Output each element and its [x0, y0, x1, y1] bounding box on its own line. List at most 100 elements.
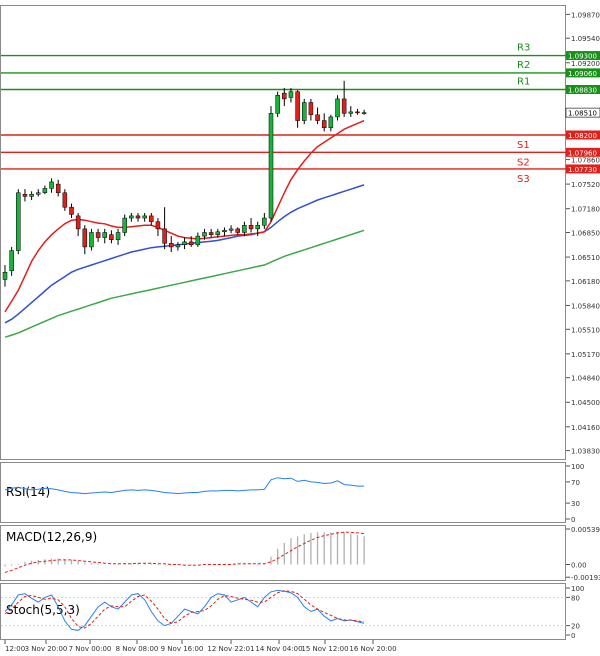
- candle-body: [262, 217, 267, 226]
- candle-body: [248, 225, 254, 230]
- stoch-tick-label: 20: [571, 623, 580, 631]
- price-tick-label: 1.07520: [571, 181, 600, 189]
- candle-body: [36, 192, 41, 195]
- level-price-label-R2: 1.09060: [568, 70, 597, 78]
- macd-title: MACD(12,26,9): [6, 530, 97, 544]
- time-tick-label: 12:00: [5, 645, 25, 653]
- candle-body: [122, 217, 127, 233]
- candle-body: [102, 232, 107, 238]
- time-tick-label: 16 Nov 20:00: [349, 645, 396, 653]
- candle-body: [169, 243, 174, 248]
- candle-body: [295, 91, 300, 121]
- stoch-tick-label: 0: [571, 632, 575, 640]
- price-tick-label: 1.04840: [571, 375, 600, 383]
- price-tick-label: 1.06510: [571, 254, 600, 262]
- candle-body: [155, 221, 161, 230]
- price-panel[interactable]: 1.098701.095401.092001.088601.085301.081…: [0, 5, 600, 460]
- rsi-panel[interactable]: RSI(14) 100 70 30 0: [0, 462, 585, 525]
- candle-body: [49, 181, 54, 189]
- level-name-R2: R2: [517, 60, 530, 71]
- current-price-label: 1.08510: [568, 110, 597, 118]
- candle-body: [228, 228, 234, 231]
- rsi-tick-label: 30: [571, 500, 580, 508]
- candle-body: [335, 98, 340, 118]
- time-tick-label: 15 Nov 12:00: [301, 645, 348, 653]
- time-tick-label: 3 Nov 20:00: [25, 645, 68, 653]
- level-name-R1: R1: [517, 77, 530, 88]
- macd-tick-label: -0.001934: [571, 574, 600, 582]
- price-tick-label: 1.05510: [571, 326, 600, 334]
- price-tick-label: 1.07180: [571, 206, 600, 214]
- candle-body: [109, 234, 114, 240]
- candle-body: [149, 215, 154, 222]
- panel-frame-3: [0, 583, 566, 640]
- level-price-label-S2: 1.07960: [568, 149, 597, 157]
- candle-body: [82, 228, 88, 248]
- rsi-tick-label: 70: [571, 479, 580, 487]
- candle-body: [222, 230, 227, 233]
- panel-frame-1: [0, 462, 566, 523]
- candle-body: [288, 91, 294, 98]
- rsi-tick-label: 100: [571, 463, 584, 471]
- candle-body: [308, 102, 314, 116]
- time-axis: 12:00 3 Nov 20:00 7 Nov 00:00 8 Nov 08:00 9 …: [4, 640, 397, 653]
- candle-body: [355, 111, 360, 114]
- price-tick-label: 1.09200: [571, 60, 600, 68]
- candle-body: [16, 192, 21, 251]
- macd-panel[interactable]: MACD(12,26,9) 0.005399 0.00 -0.001934: [0, 525, 600, 583]
- price-tick-label: 1.05840: [571, 302, 600, 310]
- time-tick-label: 9 Nov 16:00: [161, 645, 204, 653]
- stoch-panel[interactable]: Stoch(5,5,3) 10080 200: [0, 583, 585, 641]
- candle-body: [55, 183, 61, 194]
- price-tick-label: 1.09540: [571, 35, 600, 43]
- candle-body: [62, 192, 68, 208]
- time-tick-label: 14 Nov 04:00: [255, 645, 302, 653]
- candle-body: [315, 114, 320, 121]
- candle-body: [282, 92, 287, 100]
- time-tick-label: 12 Nov 22:01: [207, 645, 254, 653]
- stoch-title: Stoch(5,5,3): [6, 603, 80, 617]
- candle-body: [348, 111, 354, 114]
- candle-body: [9, 250, 14, 272]
- candle-body: [215, 231, 221, 235]
- candle-body: [115, 232, 121, 240]
- candle-body: [208, 232, 214, 235]
- candle-body: [328, 116, 334, 129]
- time-tick-label: 7 Nov 00:00: [69, 645, 112, 653]
- level-price-label-R3: 1.09300: [568, 53, 597, 61]
- candle-body: [255, 225, 260, 230]
- price-tick-label: 1.05170: [571, 351, 600, 359]
- level-price-label-R1: 1.08830: [568, 87, 597, 95]
- candle-body: [202, 232, 207, 237]
- candle-body: [2, 271, 8, 280]
- candle-body: [302, 102, 307, 121]
- stoch-tick-label: 100: [571, 585, 584, 593]
- candle-body: [135, 215, 141, 219]
- macd-tick-label: 0.00: [571, 562, 587, 570]
- stoch-tick-label: 80: [571, 594, 580, 602]
- forex-chart: 1.098701.095401.092001.088601.085301.081…: [0, 5, 600, 653]
- candle-body: [69, 206, 74, 215]
- candle-body: [89, 232, 94, 248]
- level-name-S3: S3: [517, 174, 530, 185]
- candle-body: [22, 193, 28, 197]
- candle-body: [29, 193, 34, 197]
- candle-body: [129, 215, 134, 219]
- candle-body: [275, 95, 280, 114]
- candle-body: [268, 113, 274, 219]
- price-tick-label: 1.03830: [571, 448, 600, 456]
- candle-body: [175, 244, 181, 248]
- level-price-label-S3: 1.07730: [568, 166, 597, 174]
- candle-body: [321, 120, 327, 129]
- candle-body: [242, 225, 247, 233]
- candle-body: [182, 241, 187, 246]
- rsi-title: RSI(14): [6, 485, 50, 499]
- candle-body: [95, 232, 101, 238]
- macd-tick-label: 0.005399: [571, 526, 600, 534]
- candle-body: [341, 98, 347, 114]
- candle-body: [361, 112, 367, 114]
- price-tick-label: 1.04500: [571, 399, 600, 407]
- price-tick-label: 1.09870: [571, 11, 600, 19]
- candle-body: [235, 228, 240, 233]
- level-price-label-S1: 1.08200: [568, 132, 597, 140]
